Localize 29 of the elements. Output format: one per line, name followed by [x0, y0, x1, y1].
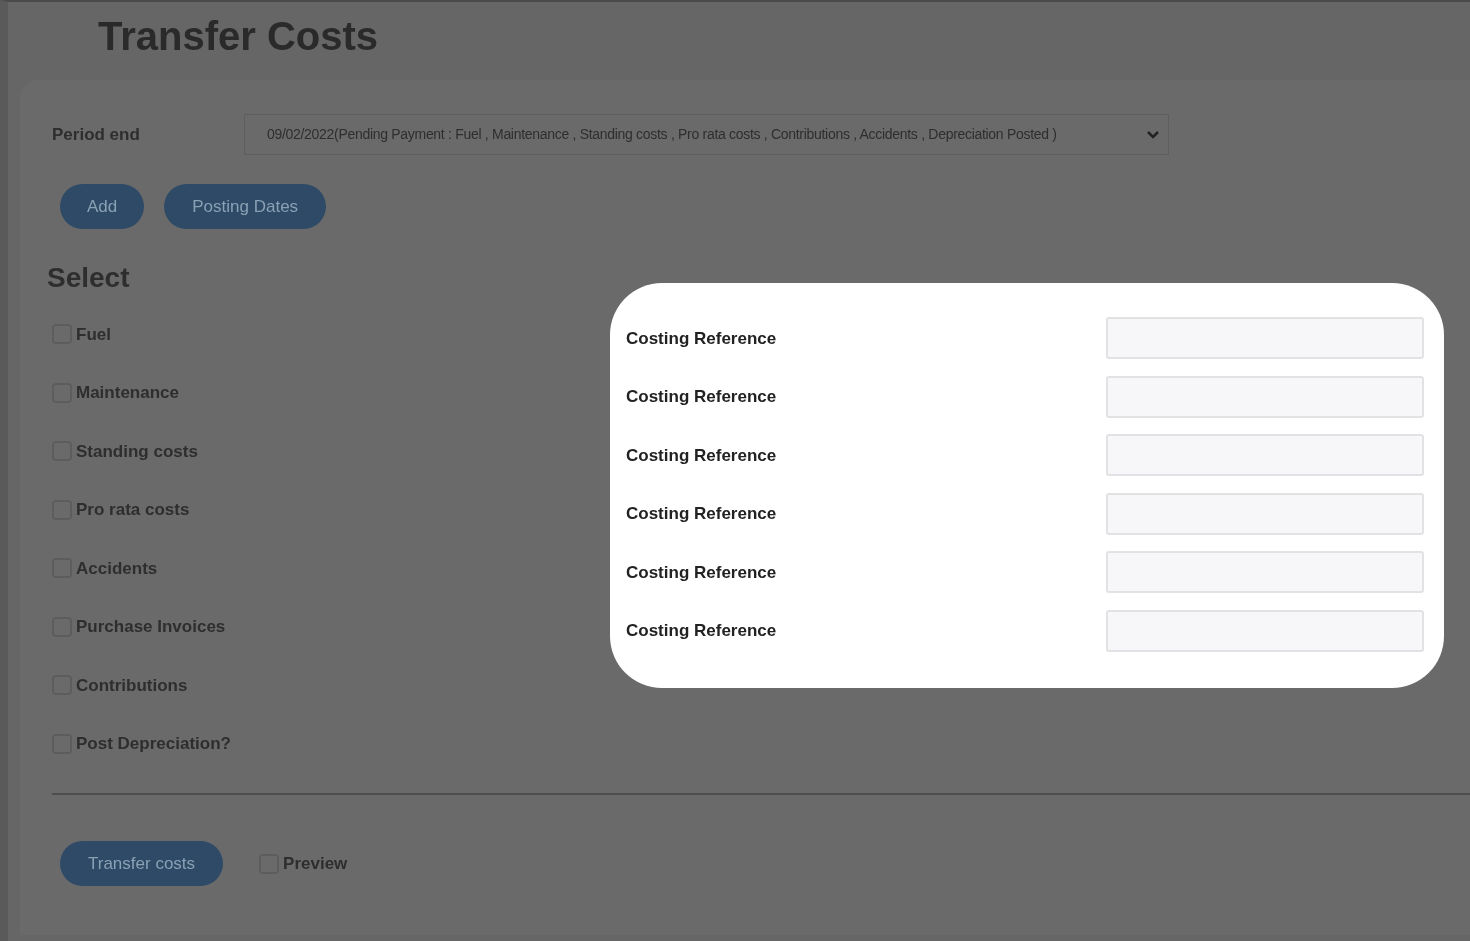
costing-reference-field[interactable] — [1106, 551, 1424, 594]
page-title: Transfer Costs — [98, 13, 379, 60]
checkbox-label: Accidents — [76, 557, 158, 580]
period-end-dropdown[interactable]: 09/02/2022(Pending Payment : Fuel , Maintenance , Standing costs , Pro rata costs , Contributions , Accidents , Depreciation Posted ) — [244, 114, 1169, 155]
section-heading: Select — [47, 261, 131, 295]
checkbox-label: Fuel — [76, 323, 111, 346]
costing-reference-field[interactable] — [1106, 375, 1424, 418]
field-label: Costing Reference — [626, 561, 777, 584]
costing-reference-field[interactable] — [1106, 609, 1424, 652]
field-label: Costing Reference — [626, 444, 777, 467]
transfer-costs-button[interactable]: Transfer costs — [60, 841, 224, 886]
costing-reference-field[interactable] — [1106, 317, 1424, 360]
field-label: Costing Reference — [626, 620, 777, 642]
field-label: Period end — [52, 123, 141, 146]
checkbox-label: Maintenance — [76, 382, 179, 404]
add-button[interactable]: Add — [60, 184, 145, 229]
costing-reference-field[interactable] — [1106, 492, 1424, 535]
checkbox-label: Purchase Invoices — [76, 616, 226, 638]
checkbox-label: Pro rata costs — [76, 499, 190, 521]
checkbox-label: Standing costs — [76, 440, 198, 463]
field-label: Costing Reference — [626, 327, 777, 350]
chevron-down-icon — [1146, 129, 1160, 140]
posting-dates-button[interactable]: Posting Dates — [164, 184, 327, 229]
field-label: Costing Reference — [626, 503, 777, 525]
costing-reference-field[interactable] — [1106, 434, 1424, 477]
field-label: Costing Reference — [626, 386, 777, 408]
checkbox-label: Contributions — [76, 674, 188, 697]
checkbox-label: Preview — [283, 852, 348, 875]
checkbox-label: Post Depreciation? — [76, 733, 231, 755]
